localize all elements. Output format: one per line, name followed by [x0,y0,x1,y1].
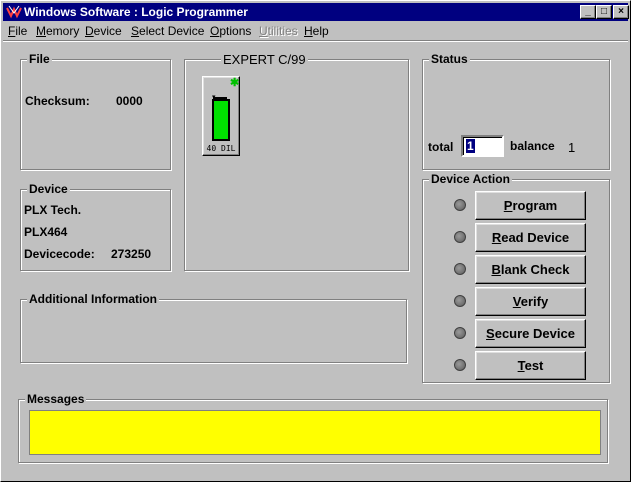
window-title: Windows Software : Logic Programmer [24,5,248,19]
file-group-label: File [27,52,52,66]
menu-separator [3,40,628,42]
secure-device-button[interactable]: Secure Device [475,319,586,348]
devicecode-label: Devicecode: [24,247,95,261]
verify-led-icon [454,295,466,307]
total-input[interactable]: 1 [461,135,504,157]
menu-select-device[interactable]: Select Device [131,24,204,38]
devicecode-value: 273250 [111,247,152,261]
menu-device[interactable]: Device [85,24,122,38]
status-group-label: Status [429,52,470,66]
total-label: total [428,140,454,154]
app-logo-icon [6,5,22,19]
device-part: PLX464 [24,225,68,239]
messages-box [29,410,601,455]
program-led-icon [454,199,466,211]
total-value: 1 [466,139,475,153]
secure-device-led-icon [454,327,466,339]
checksum-value: 0000 [116,94,143,108]
minimize-button[interactable]: _ [580,5,596,19]
balance-value: 1 [568,140,576,155]
menu-utilities: Utilities [259,24,298,38]
read-device-button[interactable]: Read Device [475,223,586,252]
checksum-label: Checksum: [25,94,90,108]
balance-label: balance [510,139,555,153]
program-button[interactable]: Program [475,191,586,220]
device-action-label: Device Action [429,172,512,186]
menu-bar: File Memory Device Select Device Options… [3,22,628,40]
app-window: Windows Software : Logic Programmer _ □ … [0,0,631,482]
close-button[interactable]: × [613,5,629,19]
title-bar[interactable]: Windows Software : Logic Programmer _ □ … [3,3,629,21]
active-star-icon: ✱ [230,77,240,89]
test-led-icon [454,359,466,371]
chip-label: 40 DIL [206,144,236,153]
additional-info-group: Additional Information [20,292,407,363]
maximize-button[interactable]: □ [596,5,612,19]
programmer-label: EXPERT C/99 [221,52,308,67]
read-device-led-icon [454,231,466,243]
verify-button[interactable]: Verify [475,287,586,316]
menu-file[interactable]: File [8,24,27,38]
device-manufacturer: PLX Tech. [24,203,82,217]
blank-check-button[interactable]: Blank Check [475,255,586,284]
device-group-label: Device [27,182,70,196]
additional-info-label: Additional Information [27,292,159,306]
chip-icon [212,99,230,141]
menu-help[interactable]: Help [304,24,329,38]
menu-memory[interactable]: Memory [36,24,79,38]
chip-select-button[interactable]: ✱ ▾ 40 DIL [202,76,240,156]
test-button[interactable]: Test [475,351,586,380]
file-group: File [20,52,171,170]
menu-options[interactable]: Options [210,24,251,38]
messages-label: Messages [25,392,87,406]
blank-check-led-icon [454,263,466,275]
